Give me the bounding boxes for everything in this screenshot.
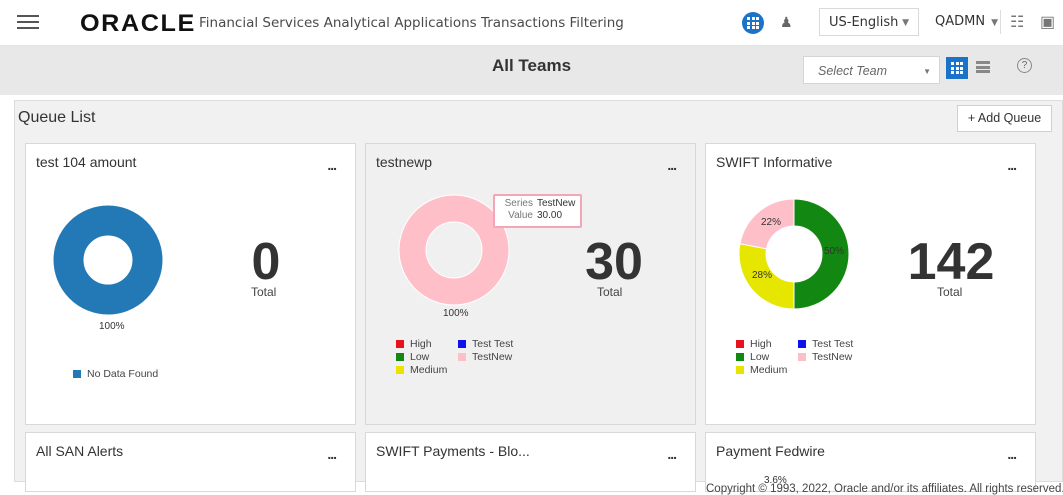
legend-label: Test Test [812,338,854,350]
queue-total-count: 0 [251,233,281,291]
legend-swatch [396,353,404,361]
legend-swatch [798,340,806,348]
window-icon[interactable]: ▣ [1040,12,1055,32]
slice-percent-label: 50% [824,246,845,257]
legend-label: No Data Found [87,368,159,380]
chart-tooltip: Series TestNew Value 30.00 [493,194,582,228]
legend-label: TestNew [472,351,513,363]
team-select-placeholder: Select Team [818,64,888,78]
hierarchy-icon[interactable]: ☷ [1010,12,1024,32]
chart-legend: High Test Test Low TestNew Medium [736,338,916,378]
chevron-down-icon: ▼ [991,18,998,28]
total-label: Total [597,285,623,299]
queue-card[interactable]: SWIFT Informative ... 50% 28% 22% 142 To… [705,143,1036,425]
legend-item: TestNew [458,351,512,363]
more-options-icon[interactable]: ... [667,447,677,461]
queue-list-title: Queue List [18,109,96,126]
donut-chart [52,204,164,316]
divider [1000,10,1001,34]
user-menu[interactable]: QADMN ▼ [935,14,998,29]
legend-swatch [458,340,466,348]
tooltip-value-key: Value [508,210,533,221]
queue-card[interactable]: test 104 amount ... 100% 0 Total No Data… [25,143,356,425]
queue-card-title: SWIFT Payments - Blo... [376,443,530,459]
tooltip-value: 30.00 [537,210,563,221]
legend-label: Medium [410,364,448,376]
slice-percent-label: 22% [761,217,782,228]
legend-item: Test Test [798,338,853,350]
legend-item: High [736,338,772,350]
add-queue-button[interactable]: + Add Queue [957,105,1052,132]
queue-total-count: 142 [907,233,995,291]
legend-item: No Data Found [73,368,158,380]
tooltip-series-value: TestNew [537,198,576,209]
total-label: Total [251,285,277,299]
legend-label: High [750,338,772,350]
user-group-icon[interactable]: ♟ [780,14,793,31]
legend-swatch [396,340,404,348]
queue-card[interactable]: SWIFT Payments - Blo... ... [365,432,696,492]
oracle-logo: ORACLE [80,10,196,37]
legend-item: Low [736,351,769,363]
queue-list-panel: Queue List + Add Queue test 104 amount .… [14,100,1063,492]
list-view-icon[interactable] [976,61,990,73]
legend-swatch [458,353,466,361]
legend-label: Test Test [472,338,514,350]
legend-item: Medium [396,364,447,376]
queue-card[interactable]: testnewp ... 100% Series TestNew Value 30.… [365,143,696,425]
top-bar: ORACLE Financial Services Analytical App… [0,0,1063,46]
sub-header: All Teams Select Team ▼ ? [0,46,1063,95]
legend-label: High [410,338,432,350]
donut-slice-no-data-found[interactable] [52,204,164,316]
help-icon[interactable]: ? [1017,58,1032,73]
queue-card-title: All SAN Alerts [36,443,124,459]
legend-swatch [798,353,806,361]
queue-total-count: 30 [585,233,643,291]
language-select[interactable]: US-English ▼ [819,8,919,36]
more-options-icon[interactable]: ... [1007,447,1017,461]
chart-legend: High Test Test Low TestNew Medium [396,338,576,378]
apps-grid-icon[interactable] [742,12,764,34]
legend-swatch [736,353,744,361]
chevron-down-icon: ▼ [902,18,909,28]
user-name: QADMN [935,14,986,29]
legend-item: TestNew [798,351,852,363]
hamburger-menu-icon[interactable] [17,14,39,30]
legend-swatch [736,366,744,374]
chevron-down-icon: ▼ [923,67,931,76]
more-options-icon[interactable]: ... [327,447,337,461]
slice-percent-label: 100% [99,321,125,332]
slice-percent-label: 100% [443,308,469,319]
legend-item: Low [396,351,429,363]
grid-view-icon[interactable] [946,57,968,79]
total-label: Total [937,285,963,299]
legend-item: Medium [736,364,787,376]
legend-item: Test Test [458,338,513,350]
language-value: US-English [829,15,899,30]
queue-card[interactable]: All SAN Alerts ... [25,432,356,492]
legend-label: Low [750,351,770,363]
slice-percent-label: 28% [752,270,773,281]
app-title: Financial Services Analytical Applicatio… [199,15,624,31]
legend-item: High [396,338,432,350]
copyright-footer: Copyright © 1993, 2022, Oracle and/or it… [706,483,1063,495]
legend-swatch [396,366,404,374]
tooltip-series-key: Series [504,198,533,209]
legend-label: TestNew [812,351,853,363]
legend-swatch [736,340,744,348]
team-select[interactable]: Select Team ▼ [803,56,940,84]
legend-label: Medium [750,364,788,376]
legend-swatch [73,370,81,378]
queue-card-title: Payment Fedwire [716,443,825,459]
legend-label: Low [410,351,430,363]
